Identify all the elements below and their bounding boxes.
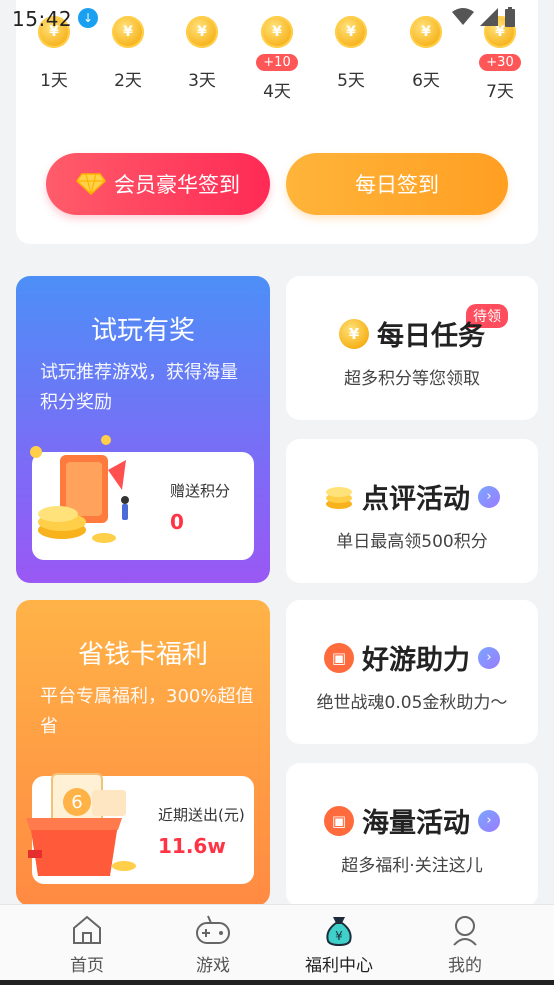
home-icon: [73, 915, 101, 944]
saver-title: 省钱卡福利: [77, 640, 208, 670]
coupon-box-illustration: 6: [26, 773, 136, 876]
status-icons: [452, 7, 516, 27]
daily-task-head: ¥ 每日任务: [286, 314, 538, 353]
system-gesture-bar: [0, 980, 554, 985]
day-label: 7天: [486, 82, 514, 102]
nav-games[interactable]: 游戏: [168, 913, 258, 976]
bonus-badge: +10: [256, 54, 298, 71]
saver-card[interactable]: 省钱卡福利 平台专属福利，300%超值省 近期送出(元) 11.6w 6: [16, 600, 270, 906]
nav-welfare[interactable]: ¥ 福利中心: [294, 913, 384, 976]
download-icon: ↓: [78, 8, 98, 28]
nav-games-label: 游戏: [196, 956, 230, 976]
daily-signin-button[interactable]: 每日签到: [286, 153, 508, 215]
day-label: 6天: [412, 71, 440, 91]
gamepad-icon: [196, 915, 230, 944]
boost-card[interactable]: ▣ 好游助力 › 绝世战魂0.05金秋助力～: [286, 600, 538, 744]
vip-signin-button[interactable]: 会员豪华签到: [46, 153, 270, 215]
signal-icon: [480, 8, 498, 26]
day-label: 2天: [114, 71, 142, 91]
nav-mine[interactable]: 我的: [420, 913, 510, 976]
review-activity-card[interactable]: 点评活动 › 单日最高领500积分: [286, 439, 538, 583]
mass-activity-title: 海量活动: [362, 808, 470, 839]
sent-value: 11.6w: [158, 834, 226, 858]
nav-home-label: 首页: [70, 956, 104, 976]
boost-title: 好游助力: [362, 645, 470, 676]
money-bag-icon: ¥: [326, 917, 352, 947]
chevron-right-icon: ›: [478, 809, 500, 832]
day-label: 3天: [188, 71, 216, 91]
boost-sub: 绝世战魂0.05金秋助力～: [316, 693, 508, 713]
daily-task-title: 每日任务: [377, 321, 485, 352]
coin-stack-icon: [326, 486, 352, 509]
coupon-value: 6: [71, 792, 82, 813]
daily-signin-label: 每日签到: [355, 173, 439, 197]
boost-head: ▣ 好游助力 ›: [286, 638, 538, 677]
bonus-badge: +30: [479, 54, 521, 71]
status-bar: 15:42 ↓: [0, 0, 554, 36]
gift-coins-illustration: [30, 435, 129, 543]
points-label: 赠送积分: [170, 482, 231, 500]
status-time: 15:42: [12, 7, 73, 31]
trial-reward-card[interactable]: 试玩有奖 试玩推荐游戏，获得海量积分奖励 赠送积分 0: [16, 276, 270, 583]
trial-title: 试玩有奖: [90, 316, 195, 346]
profile-icon: [453, 916, 477, 946]
trial-desc: 试玩推荐游戏，获得海量积分奖励: [40, 362, 238, 413]
daily-task-card[interactable]: 待领 ¥ 每日任务 超多积分等您领取: [286, 276, 538, 420]
nav-welfare-label: 福利中心: [305, 956, 373, 976]
review-activity-head: 点评活动 ›: [286, 477, 538, 516]
mass-activity-card[interactable]: ▣ 海量活动 › 超多福利·关注这儿: [286, 763, 538, 907]
gift-box-icon: ▣: [324, 805, 354, 836]
nav-mine-label: 我的: [448, 956, 482, 976]
review-activity-sub: 单日最高领500积分: [336, 532, 488, 552]
day-label: 1天: [40, 71, 68, 91]
wifi-icon: [452, 8, 474, 25]
svg-text:¥: ¥: [335, 929, 343, 943]
points-value: 0: [170, 510, 184, 534]
saver-desc: 平台专属福利，300%超值省: [40, 686, 254, 737]
battery-icon: [505, 7, 515, 27]
nav-home[interactable]: 首页: [42, 913, 132, 976]
chevron-right-icon: ›: [478, 485, 500, 508]
vip-signin-label: 会员豪华签到: [114, 173, 240, 197]
review-activity-title: 点评活动: [362, 484, 470, 515]
daily-task-sub: 超多积分等您领取: [344, 369, 480, 389]
day-label: 5天: [337, 71, 365, 91]
day-label: 4天: [263, 82, 291, 102]
gift-box-icon: ▣: [324, 642, 354, 673]
diamond-icon: [76, 173, 106, 195]
chevron-right-icon: ›: [478, 646, 500, 669]
mass-activity-head: ▣ 海量活动 ›: [286, 801, 538, 840]
mass-activity-sub: 超多福利·关注这儿: [341, 856, 483, 876]
coin-icon: ¥: [339, 318, 369, 349]
bottom-nav: 首页 游戏 ¥ 福利中心 我的: [0, 904, 554, 985]
sent-label: 近期送出(元): [158, 806, 245, 824]
